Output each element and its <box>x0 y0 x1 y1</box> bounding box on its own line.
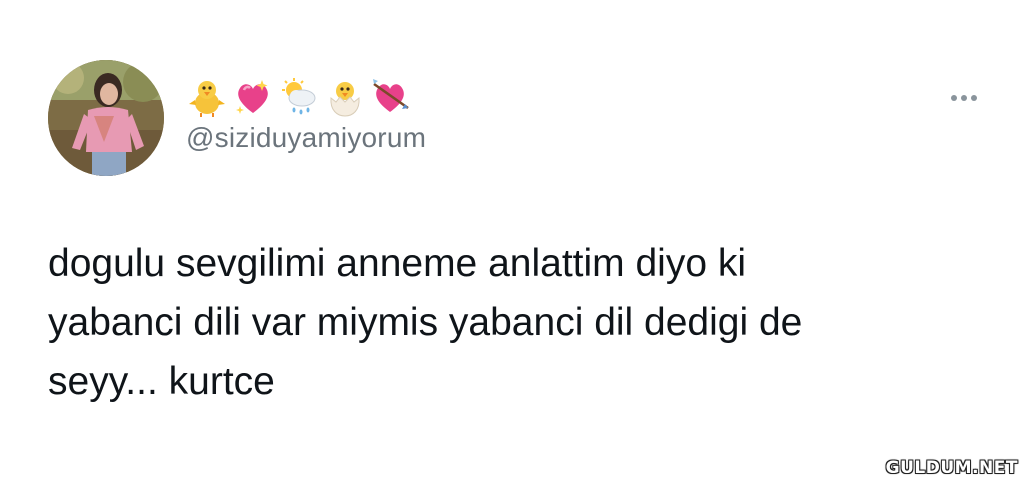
more-icon-dot <box>961 95 967 101</box>
tweet-text: dogulu sevgilimi anneme anlattim diyo ki… <box>48 234 988 411</box>
sun-behind-rain-cloud-icon <box>278 76 320 118</box>
heart-with-arrow-icon <box>370 76 412 118</box>
more-options-button[interactable] <box>944 86 984 110</box>
tweet-text-line: seyy... kurtce <box>48 360 275 403</box>
display-name[interactable] <box>186 74 412 120</box>
tweet-text-line: yabanci dili var miymis yabanci dil dedi… <box>48 301 803 344</box>
sparkling-heart-icon <box>232 76 274 118</box>
author-handle[interactable]: @siziduyamiyorum <box>186 122 426 154</box>
tweet-card: @siziduyamiyorum dogulu sevgilimi anneme… <box>0 0 1024 484</box>
avatar-image <box>48 60 164 176</box>
avatar[interactable] <box>48 60 164 176</box>
tweet-text-line: dogulu sevgilimi anneme anlattim diyo ki <box>48 242 747 285</box>
more-icon-dot <box>971 95 977 101</box>
hatching-chick-icon <box>324 76 366 118</box>
baby-chick-icon <box>186 76 228 118</box>
more-icon <box>951 95 957 101</box>
watermark: GULDUM.NET <box>885 458 1018 478</box>
